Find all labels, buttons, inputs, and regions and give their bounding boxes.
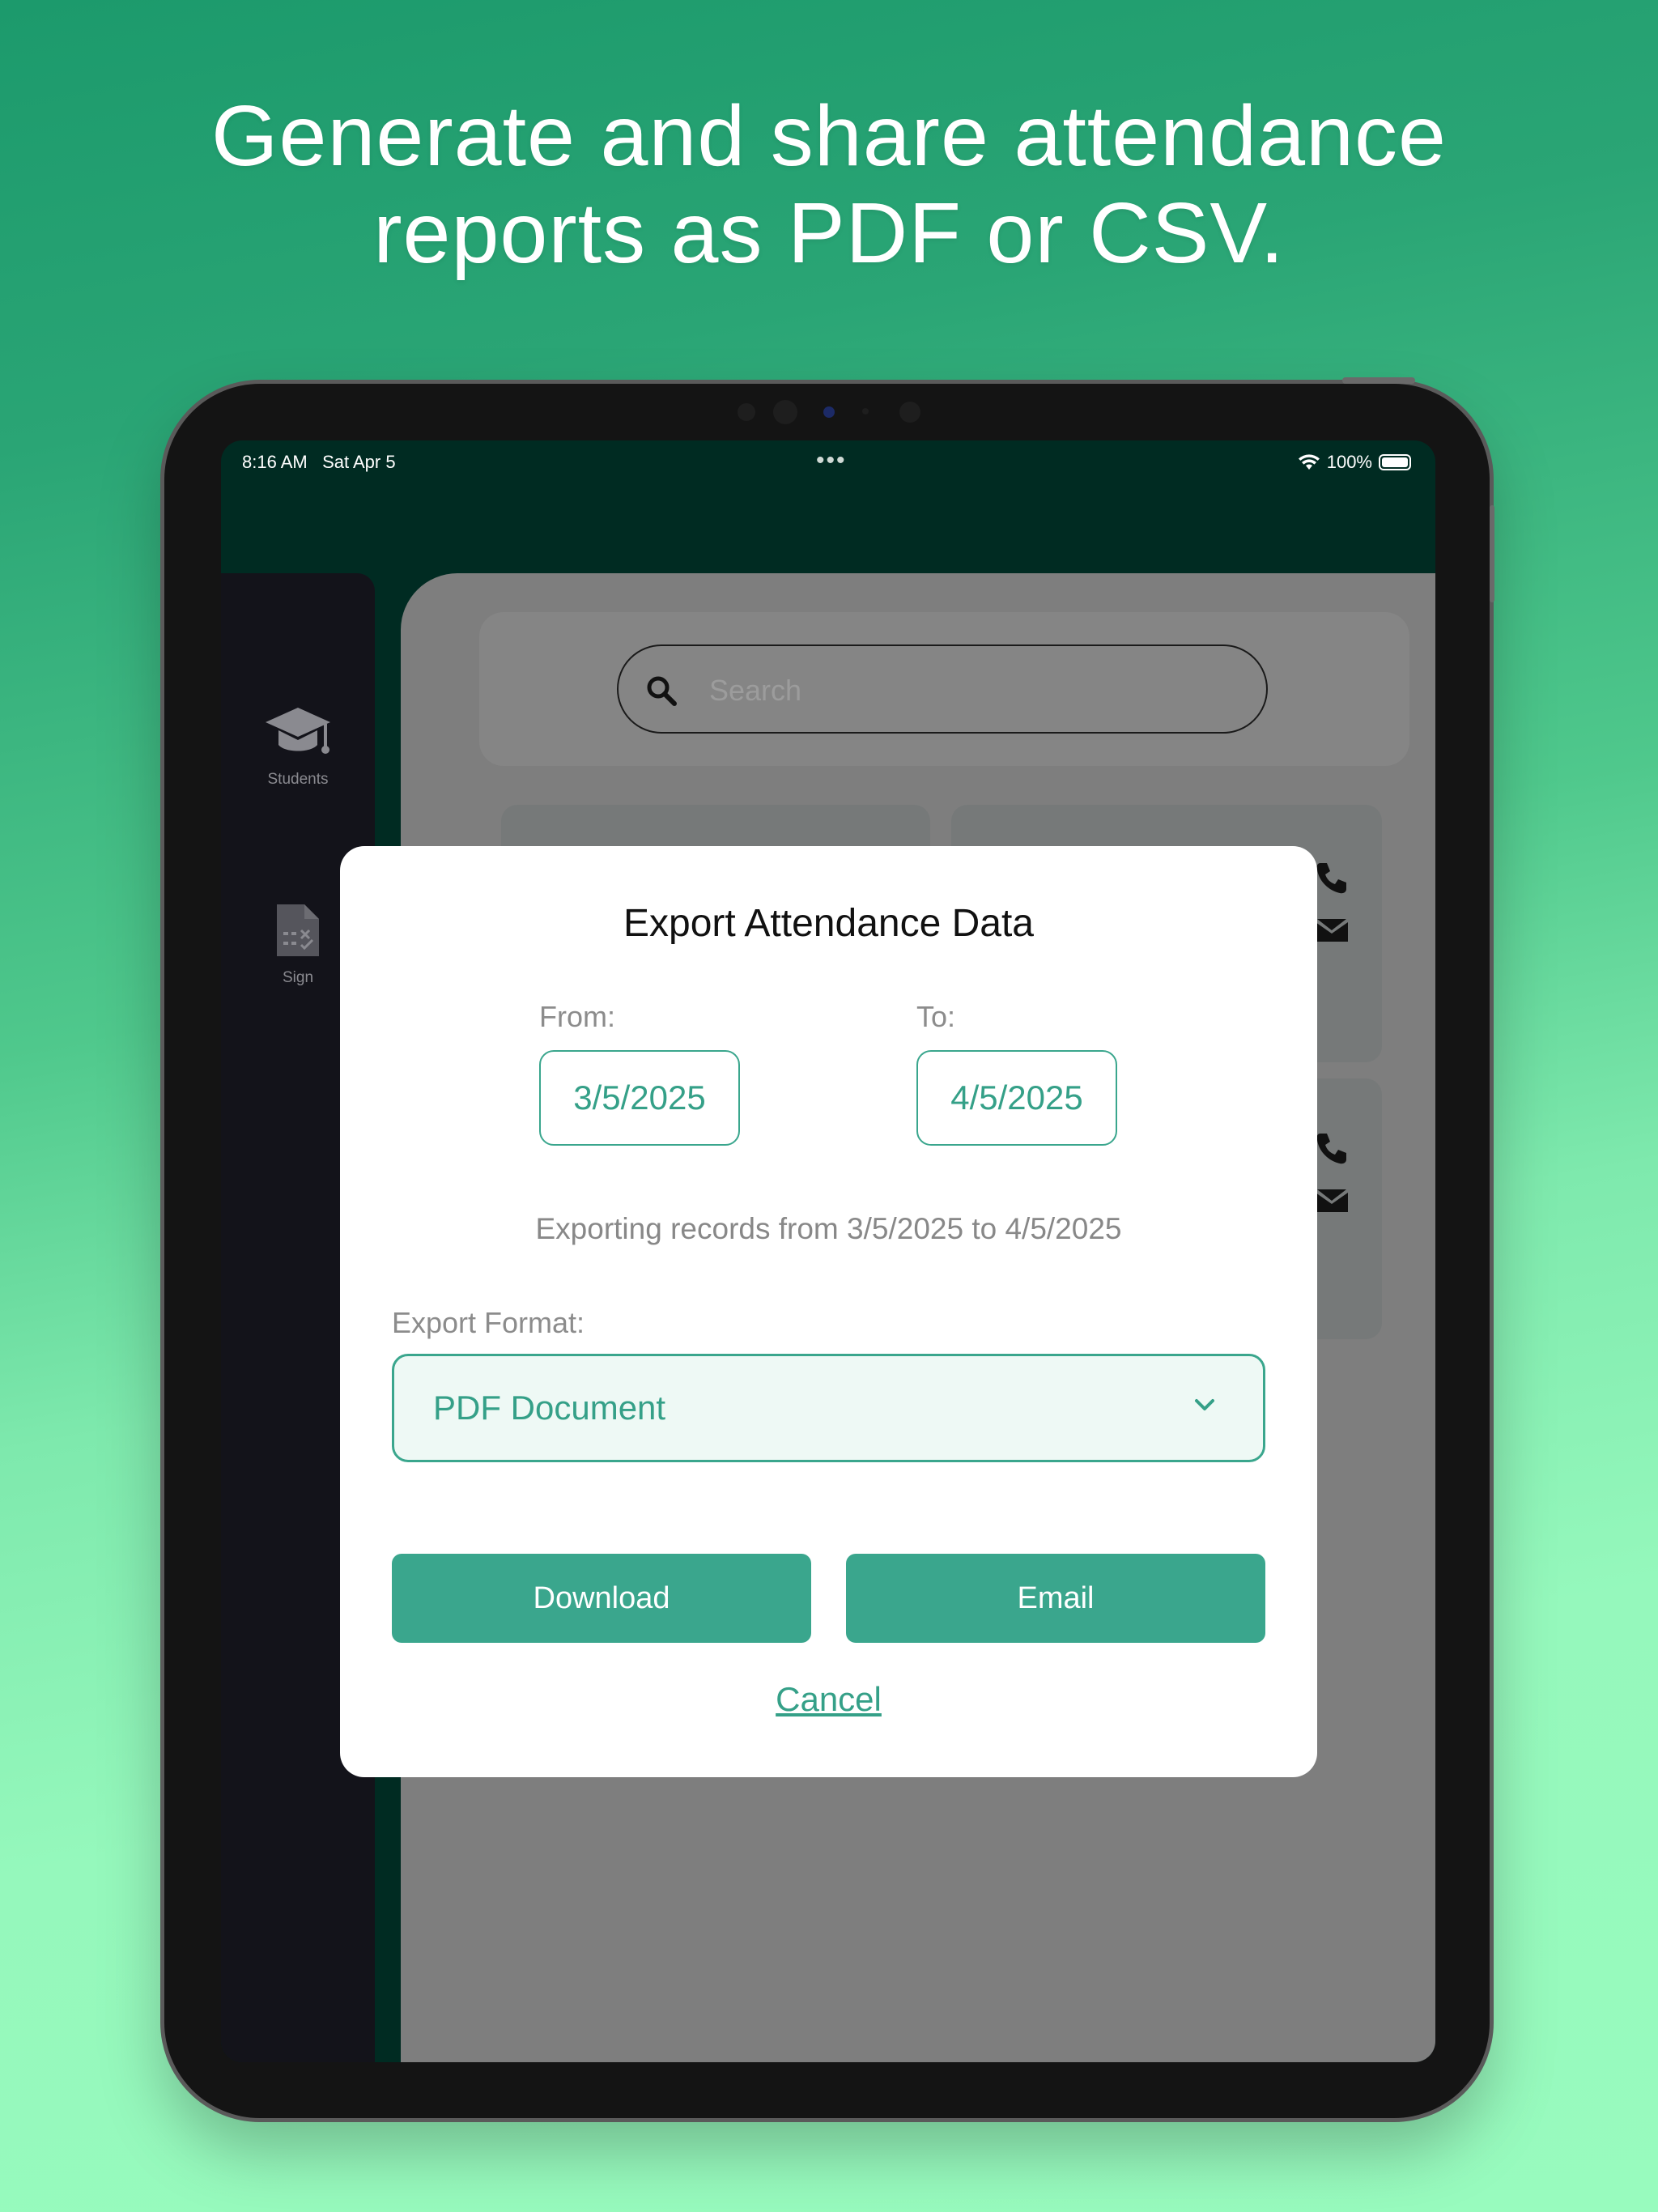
to-date-field[interactable]: 4/5/2025 — [916, 1050, 1117, 1146]
document-sign-icon — [277, 904, 319, 956]
format-selected-value: PDF Document — [433, 1389, 666, 1427]
status-time-text: 8:16 AM — [242, 452, 308, 472]
camera-lens — [773, 400, 797, 424]
dialog-title: Export Attendance Data — [623, 902, 1034, 945]
mail-icon[interactable] — [1314, 916, 1350, 945]
chevron-down-icon — [1195, 1399, 1214, 1410]
phone-icon[interactable] — [1314, 1130, 1350, 1166]
phone-icon[interactable] — [1314, 860, 1350, 895]
headline-line-1: Generate and share attendance — [211, 88, 1447, 184]
download-button[interactable]: Download — [392, 1554, 811, 1643]
format-dropdown[interactable]: PDF Document — [392, 1354, 1265, 1462]
status-bar: 8:16 AM Sat Apr 5 ••• 100% — [221, 440, 1435, 481]
from-date-field[interactable]: 3/5/2025 — [539, 1050, 740, 1146]
mail-icon[interactable] — [1314, 1186, 1350, 1215]
search-input[interactable]: Search — [617, 644, 1268, 734]
sidebar-item-students-label: Students — [267, 771, 329, 788]
battery-percent: 100% — [1326, 452, 1372, 472]
export-dialog: Export Attendance Data From: 3/5/2025 To… — [340, 846, 1317, 1777]
ambient-sensor — [862, 408, 869, 415]
volume-button — [1490, 505, 1494, 602]
from-label: From: — [539, 1000, 615, 1033]
status-time: 8:16 AM Sat Apr 5 — [242, 452, 396, 473]
email-button[interactable]: Email — [846, 1554, 1265, 1643]
cancel-link[interactable]: Cancel — [340, 1680, 1317, 1719]
camera-sensor — [738, 403, 755, 421]
top-button — [1342, 377, 1415, 384]
marketing-headline: Generate and share attendance reports as… — [0, 87, 1658, 282]
status-date-text: Sat Apr 5 — [322, 452, 396, 472]
search-placeholder: Search — [709, 674, 802, 707]
sidebar-item-students[interactable]: Students — [221, 703, 375, 789]
graduation-cap-icon — [266, 708, 330, 754]
face-sensor — [899, 402, 920, 423]
sidebar-item-sign-label: Sign — [282, 969, 314, 986]
battery-icon — [1379, 454, 1411, 470]
search-icon — [647, 676, 677, 706]
format-label: Export Format: — [392, 1306, 585, 1339]
search-panel: Search — [479, 612, 1409, 766]
headline-line-2: reports as PDF or CSV. — [373, 185, 1285, 281]
wifi-icon — [1298, 454, 1320, 470]
to-label: To: — [916, 1000, 956, 1033]
range-summary: Exporting records from 3/5/2025 to 4/5/2… — [535, 1212, 1122, 1245]
camera-indicator — [823, 406, 835, 418]
status-right: 100% — [1298, 452, 1411, 473]
multitasking-dots[interactable]: ••• — [816, 447, 847, 474]
